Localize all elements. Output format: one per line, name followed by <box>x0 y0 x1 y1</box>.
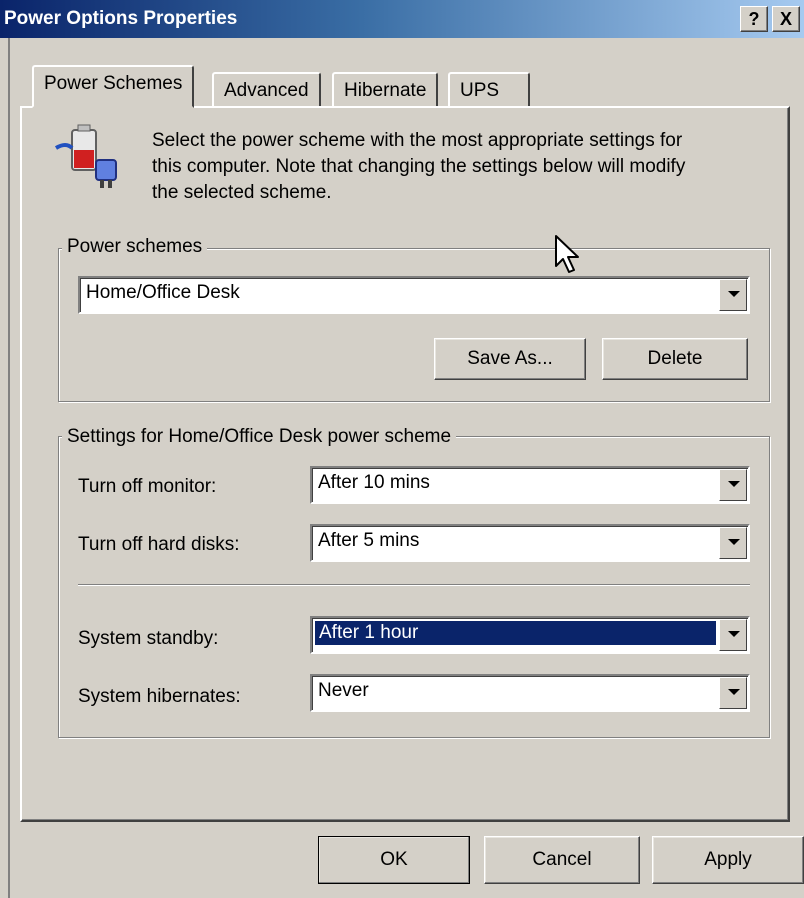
monitor-label: Turn off monitor: <box>78 476 217 497</box>
help-button[interactable]: ? <box>740 6 768 32</box>
standby-label: System standby: <box>78 628 219 649</box>
mouse-cursor-icon <box>554 234 584 276</box>
cancel-button[interactable]: Cancel <box>484 836 640 884</box>
intro-text: Select the power scheme with the most ap… <box>152 128 685 206</box>
save-as-button[interactable]: Save As... <box>434 338 586 380</box>
tab-advanced[interactable]: Advanced <box>212 72 321 108</box>
apply-button[interactable]: Apply <box>652 836 804 884</box>
power-scheme-select[interactable]: Home/Office Desk <box>78 276 750 314</box>
tab-hibernate[interactable]: Hibernate <box>332 72 439 108</box>
power-scheme-icon <box>52 124 132 190</box>
chevron-down-icon[interactable] <box>719 677 747 709</box>
chevron-down-icon[interactable] <box>719 279 747 311</box>
intro-line-1: Select the power scheme with the most ap… <box>152 130 683 151</box>
chevron-down-icon[interactable] <box>719 527 747 559</box>
hibernates-select[interactable]: Never <box>310 674 750 712</box>
settings-group-label: Settings for Home/Office Desk power sche… <box>62 426 457 448</box>
hard-disks-value: After 5 mins <box>318 530 420 551</box>
hard-disks-label: Turn off hard disks: <box>78 534 240 555</box>
hard-disks-select[interactable]: After 5 mins <box>310 524 750 562</box>
delete-button[interactable]: Delete <box>602 338 748 380</box>
chevron-down-icon[interactable] <box>719 469 747 501</box>
monitor-select[interactable]: After 10 mins <box>310 466 750 504</box>
hibernates-label: System hibernates: <box>78 686 241 707</box>
tab-power-schemes[interactable]: Power Schemes <box>32 65 195 108</box>
window-frame-left <box>8 38 10 898</box>
chevron-down-icon[interactable] <box>719 619 747 651</box>
standby-select[interactable]: After 1 hour <box>310 616 750 654</box>
close-button[interactable]: X <box>772 6 800 32</box>
ok-button[interactable]: OK <box>318 836 470 884</box>
monitor-value: After 10 mins <box>318 472 430 493</box>
power-schemes-group-label: Power schemes <box>62 236 208 258</box>
title-bar[interactable]: Power Options Properties ? X <box>0 0 804 38</box>
intro-line-2: this computer. Note that changing the se… <box>152 156 686 177</box>
power-scheme-value: Home/Office Desk <box>86 282 240 303</box>
intro-line-3: the selected scheme. <box>152 182 332 203</box>
standby-value: After 1 hour <box>315 621 716 645</box>
hibernates-value: Never <box>318 680 369 701</box>
window-title: Power Options Properties <box>4 8 238 29</box>
tab-ups[interactable]: UPS <box>448 72 530 108</box>
separator <box>78 584 750 586</box>
